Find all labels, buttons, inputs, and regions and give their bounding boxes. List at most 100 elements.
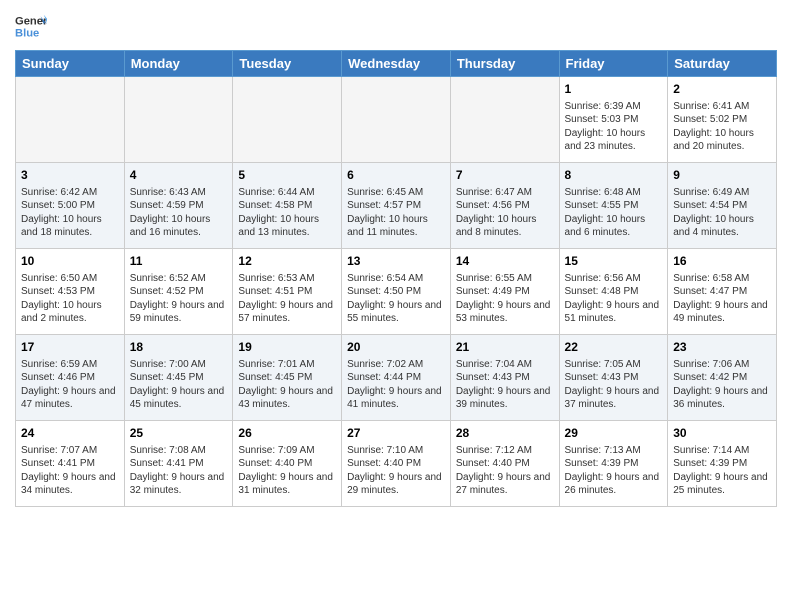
calendar-cell <box>450 77 559 163</box>
calendar-cell: 26 Sunrise: 7:09 AM Sunset: 4:40 PM Dayli… <box>233 421 342 507</box>
day-number: 10 <box>21 253 119 270</box>
calendar-cell <box>124 77 233 163</box>
day-number: 21 <box>456 339 554 356</box>
svg-text:General: General <box>15 15 47 27</box>
calendar-cell: 30 Sunrise: 7:14 AM Sunset: 4:39 PM Dayli… <box>668 421 777 507</box>
calendar-cell: 2 Sunrise: 6:41 AM Sunset: 5:02 PM Daylig… <box>668 77 777 163</box>
day-info: Sunrise: 7:05 AM Sunset: 4:43 PM Dayligh… <box>565 358 663 412</box>
day-info: Sunrise: 7:09 AM Sunset: 4:40 PM Dayligh… <box>238 444 336 498</box>
day-info: Sunrise: 6:55 AM Sunset: 4:49 PM Dayligh… <box>456 272 554 326</box>
day-info: Sunrise: 7:06 AM Sunset: 4:42 PM Dayligh… <box>673 358 771 412</box>
calendar-cell: 11 Sunrise: 6:52 AM Sunset: 4:52 PM Dayli… <box>124 249 233 335</box>
calendar-cell: 9 Sunrise: 6:49 AM Sunset: 4:54 PM Daylig… <box>668 163 777 249</box>
page-container: General Blue SundayMondayTuesdayWednesda… <box>0 0 792 612</box>
day-number: 14 <box>456 253 554 270</box>
day-info: Sunrise: 7:01 AM Sunset: 4:45 PM Dayligh… <box>238 358 336 412</box>
weekday-header-tuesday: Tuesday <box>233 51 342 77</box>
calendar-cell: 23 Sunrise: 7:06 AM Sunset: 4:42 PM Dayli… <box>668 335 777 421</box>
day-number: 27 <box>347 425 445 442</box>
calendar-cell: 18 Sunrise: 7:00 AM Sunset: 4:45 PM Dayli… <box>124 335 233 421</box>
day-info: Sunrise: 6:41 AM Sunset: 5:02 PM Dayligh… <box>673 100 771 154</box>
day-info: Sunrise: 7:14 AM Sunset: 4:39 PM Dayligh… <box>673 444 771 498</box>
calendar-cell: 3 Sunrise: 6:42 AM Sunset: 5:00 PM Daylig… <box>16 163 125 249</box>
calendar-cell: 25Sunrise: 7:08 AM Sunset: 4:41 PM Dayli… <box>124 421 233 507</box>
calendar-cell: 10 Sunrise: 6:50 AM Sunset: 4:53 PM Dayli… <box>16 249 125 335</box>
day-number: 6 <box>347 167 445 184</box>
day-number: 20 <box>347 339 445 356</box>
day-info: Sunrise: 6:39 AM Sunset: 5:03 PM Dayligh… <box>565 100 663 154</box>
weekday-header-friday: Friday <box>559 51 668 77</box>
calendar-cell: 14 Sunrise: 6:55 AM Sunset: 4:49 PM Dayli… <box>450 249 559 335</box>
calendar-cell: 28 Sunrise: 7:12 AM Sunset: 4:40 PM Dayli… <box>450 421 559 507</box>
day-number: 9 <box>673 167 771 184</box>
weekday-header-sunday: Sunday <box>16 51 125 77</box>
day-info: Sunrise: 6:54 AM Sunset: 4:50 PM Dayligh… <box>347 272 445 326</box>
day-number: 23 <box>673 339 771 356</box>
calendar-week-row: 24Sunrise: 7:07 AM Sunset: 4:41 PM Dayli… <box>16 421 777 507</box>
day-info: Sunrise: 6:44 AM Sunset: 4:58 PM Dayligh… <box>238 186 336 240</box>
calendar-cell: 12 Sunrise: 6:53 AM Sunset: 4:51 PM Dayli… <box>233 249 342 335</box>
calendar-cell: 29Sunrise: 7:13 AM Sunset: 4:39 PM Dayli… <box>559 421 668 507</box>
calendar-cell <box>342 77 451 163</box>
svg-text:Blue: Blue <box>15 27 39 39</box>
weekday-header-thursday: Thursday <box>450 51 559 77</box>
day-info: Sunrise: 6:43 AM Sunset: 4:59 PM Dayligh… <box>130 186 228 240</box>
day-info: Sunrise: 6:52 AM Sunset: 4:52 PM Dayligh… <box>130 272 228 326</box>
day-number: 7 <box>456 167 554 184</box>
calendar-cell: 4 Sunrise: 6:43 AM Sunset: 4:59 PM Daylig… <box>124 163 233 249</box>
day-number: 11 <box>130 253 228 270</box>
calendar-cell: 16Sunrise: 6:58 AM Sunset: 4:47 PM Dayli… <box>668 249 777 335</box>
day-number: 8 <box>565 167 663 184</box>
weekday-header-saturday: Saturday <box>668 51 777 77</box>
logo-icon: General Blue <box>15 10 47 42</box>
day-number: 15 <box>565 253 663 270</box>
calendar-cell <box>16 77 125 163</box>
day-info: Sunrise: 7:12 AM Sunset: 4:40 PM Dayligh… <box>456 444 554 498</box>
weekday-header-wednesday: Wednesday <box>342 51 451 77</box>
calendar-cell: 17Sunrise: 6:59 AM Sunset: 4:46 PM Dayli… <box>16 335 125 421</box>
logo: General Blue <box>15 10 53 42</box>
day-info: Sunrise: 6:53 AM Sunset: 4:51 PM Dayligh… <box>238 272 336 326</box>
day-info: Sunrise: 6:47 AM Sunset: 4:56 PM Dayligh… <box>456 186 554 240</box>
calendar-cell: 19 Sunrise: 7:01 AM Sunset: 4:45 PM Dayli… <box>233 335 342 421</box>
day-info: Sunrise: 7:10 AM Sunset: 4:40 PM Dayligh… <box>347 444 445 498</box>
day-info: Sunrise: 7:02 AM Sunset: 4:44 PM Dayligh… <box>347 358 445 412</box>
day-info: Sunrise: 6:49 AM Sunset: 4:54 PM Dayligh… <box>673 186 771 240</box>
day-number: 18 <box>130 339 228 356</box>
calendar-week-row: 17Sunrise: 6:59 AM Sunset: 4:46 PM Dayli… <box>16 335 777 421</box>
day-number: 19 <box>238 339 336 356</box>
day-info: Sunrise: 7:08 AM Sunset: 4:41 PM Dayligh… <box>130 444 228 498</box>
calendar-cell: 1 Sunrise: 6:39 AM Sunset: 5:03 PM Daylig… <box>559 77 668 163</box>
day-number: 22 <box>565 339 663 356</box>
day-info: Sunrise: 6:45 AM Sunset: 4:57 PM Dayligh… <box>347 186 445 240</box>
day-number: 16 <box>673 253 771 270</box>
calendar-week-row: 3 Sunrise: 6:42 AM Sunset: 5:00 PM Daylig… <box>16 163 777 249</box>
day-number: 26 <box>238 425 336 442</box>
day-info: Sunrise: 7:07 AM Sunset: 4:41 PM Dayligh… <box>21 444 119 498</box>
day-number: 12 <box>238 253 336 270</box>
day-number: 30 <box>673 425 771 442</box>
calendar-table: SundayMondayTuesdayWednesdayThursdayFrid… <box>15 50 777 507</box>
day-info: Sunrise: 6:48 AM Sunset: 4:55 PM Dayligh… <box>565 186 663 240</box>
day-number: 3 <box>21 167 119 184</box>
calendar-cell: 21Sunrise: 7:04 AM Sunset: 4:43 PM Dayli… <box>450 335 559 421</box>
calendar-header-row: SundayMondayTuesdayWednesdayThursdayFrid… <box>16 51 777 77</box>
calendar-cell: 5Sunrise: 6:44 AM Sunset: 4:58 PM Daylig… <box>233 163 342 249</box>
day-info: Sunrise: 6:50 AM Sunset: 4:53 PM Dayligh… <box>21 272 119 326</box>
calendar-cell: 22 Sunrise: 7:05 AM Sunset: 4:43 PM Dayli… <box>559 335 668 421</box>
day-number: 28 <box>456 425 554 442</box>
calendar-cell: 8 Sunrise: 6:48 AM Sunset: 4:55 PM Daylig… <box>559 163 668 249</box>
day-info: Sunrise: 7:00 AM Sunset: 4:45 PM Dayligh… <box>130 358 228 412</box>
day-number: 1 <box>565 81 663 98</box>
calendar-cell: 20 Sunrise: 7:02 AM Sunset: 4:44 PM Dayli… <box>342 335 451 421</box>
calendar-cell <box>233 77 342 163</box>
calendar-cell: 6 Sunrise: 6:45 AM Sunset: 4:57 PM Daylig… <box>342 163 451 249</box>
day-info: Sunrise: 6:42 AM Sunset: 5:00 PM Dayligh… <box>21 186 119 240</box>
day-number: 4 <box>130 167 228 184</box>
day-number: 29 <box>565 425 663 442</box>
day-number: 2 <box>673 81 771 98</box>
calendar-cell: 15Sunrise: 6:56 AM Sunset: 4:48 PM Dayli… <box>559 249 668 335</box>
calendar-cell: 24Sunrise: 7:07 AM Sunset: 4:41 PM Dayli… <box>16 421 125 507</box>
day-number: 17 <box>21 339 119 356</box>
calendar-week-row: 1 Sunrise: 6:39 AM Sunset: 5:03 PM Daylig… <box>16 77 777 163</box>
